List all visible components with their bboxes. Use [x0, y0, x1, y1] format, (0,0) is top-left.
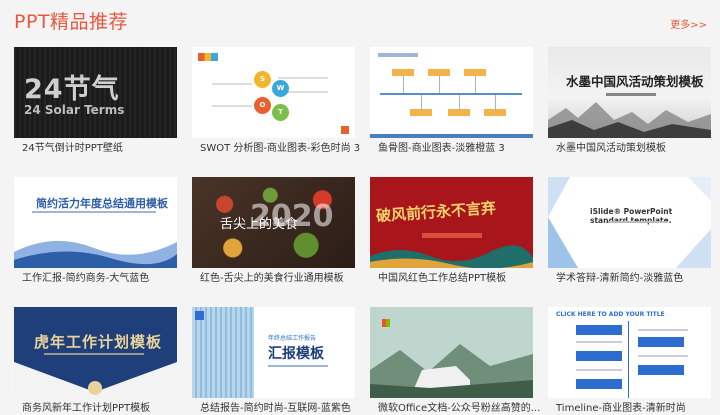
- text-line-decoration: [576, 341, 622, 343]
- wave-image: [14, 240, 177, 268]
- thumbnail-title: 虎年工作计划模板: [34, 333, 163, 351]
- template-caption[interactable]: 商务风新年工作计划PPT模板: [22, 402, 192, 415]
- template-card[interactable]: 简约活力年度总结通用模板 工作汇报-简约商务-大气蓝色: [14, 177, 177, 284]
- text-line-decoration: [212, 83, 252, 85]
- timeline-item: [638, 365, 684, 375]
- template-card[interactable]: 鱼骨图-商业图表-淡雅橙蓝 3: [370, 47, 533, 154]
- text-line-decoration: [638, 355, 688, 357]
- thumbnail-title: 汇报模板: [268, 346, 324, 362]
- text-line-decoration: [212, 105, 252, 107]
- subtitle-decoration: [608, 221, 668, 223]
- fishbone-box: [428, 69, 450, 76]
- template-thumbnail[interactable]: [370, 307, 533, 398]
- template-card[interactable]: 2020 舌尖上的美食 红色-舌尖上的美食行业通用模板: [192, 177, 355, 284]
- header-decoration: [378, 53, 418, 57]
- template-caption[interactable]: 微软Office文档-公众号粉丝高赞的...: [378, 402, 548, 415]
- template-thumbnail[interactable]: 简约活力年度总结通用模板: [14, 177, 177, 268]
- template-thumbnail[interactable]: [370, 47, 533, 138]
- thumbnail-title: 简约活力年度总结通用模板: [36, 197, 168, 210]
- landscape-image: [370, 344, 533, 398]
- text-line-decoration: [576, 369, 622, 371]
- mountain-image: [548, 102, 711, 138]
- template-card[interactable]: S W O T SWOT 分析图-商业图表-彩色时尚 3: [192, 47, 360, 154]
- template-thumbnail[interactable]: 虎年工作计划模板: [14, 307, 177, 398]
- thumbnail-title: 24节气: [24, 74, 120, 105]
- swot-circle-s: S: [254, 71, 271, 88]
- template-caption[interactable]: 红色-舌尖上的美食行业通用模板: [200, 272, 370, 286]
- template-caption[interactable]: SWOT 分析图-商业图表-彩色时尚 3: [200, 142, 370, 156]
- subtitle-decoration: [32, 211, 156, 213]
- template-thumbnail[interactable]: S W O T: [192, 47, 355, 138]
- timeline-item: [638, 337, 684, 347]
- template-thumbnail[interactable]: 年终总结工作报告 汇报模板: [192, 307, 355, 398]
- subtitle-decoration: [606, 93, 656, 96]
- envelope-image: [14, 362, 177, 398]
- color-bar-decoration: [198, 53, 218, 61]
- timeline-item: [576, 325, 622, 335]
- subtitle-decoration: [44, 353, 144, 355]
- footer-decoration: [370, 134, 533, 138]
- template-caption[interactable]: 总结报告-简约时尚-互联网-蓝紫色: [200, 402, 370, 415]
- text-line-decoration: [638, 329, 688, 331]
- fishbone-line: [421, 93, 422, 111]
- hill-image: [370, 245, 533, 268]
- fishbone-line: [459, 93, 460, 111]
- ppt-template-grid: 24节气 24 Solar Terms 24节气倒计时PPT壁纸 S W O T…: [0, 0, 720, 415]
- corner-decoration: [341, 126, 349, 134]
- fishbone-line: [495, 93, 496, 111]
- fishbone-line: [439, 76, 440, 94]
- swot-circle-t: T: [272, 104, 289, 121]
- subtitle-decoration: [422, 233, 482, 238]
- template-caption[interactable]: 工作汇报-简约商务-大气蓝色: [22, 272, 192, 286]
- template-card[interactable]: CLICK HERE TO ADD YOUR TITLE Timeline-商业…: [548, 307, 711, 414]
- template-card[interactable]: 虎年工作计划模板 商务风新年工作计划PPT模板: [14, 307, 177, 414]
- thumbnail-title: 舌尖上的美食: [220, 217, 299, 232]
- timeline-axis: [628, 321, 629, 398]
- thumbnail-title: 破风前行永不言弃: [375, 198, 497, 226]
- template-caption[interactable]: 水墨中国风活动策划模板: [556, 142, 720, 156]
- template-thumbnail[interactable]: iSlide® PowerPoint standard template.: [548, 177, 711, 268]
- template-thumbnail[interactable]: 24节气 24 Solar Terms: [14, 47, 177, 138]
- swot-circle-o: O: [254, 97, 271, 114]
- thumbnail-subtitle: 年终总结工作报告: [268, 335, 317, 342]
- template-caption[interactable]: 学术答辩-清新简约-淡雅蓝色: [556, 272, 720, 286]
- template-caption[interactable]: 24节气倒计时PPT壁纸: [22, 142, 192, 156]
- timeline-item: [576, 379, 622, 389]
- thumbnail-title: CLICK HERE TO ADD YOUR TITLE: [556, 311, 665, 318]
- fishbone-line: [475, 76, 476, 94]
- template-card[interactable]: 破风前行永不言弃 中国风红色工作总结PPT模板: [370, 177, 533, 284]
- template-caption[interactable]: 中国风红色工作总结PPT模板: [378, 272, 548, 286]
- template-card[interactable]: 微软Office文档-公众号粉丝高赞的...: [370, 307, 540, 414]
- template-card[interactable]: 水墨中国风活动策划模板 水墨中国风活动策划模板: [548, 47, 711, 154]
- timeline-item: [576, 351, 622, 361]
- template-caption[interactable]: Timeline-商业图表-清新时尚: [556, 402, 720, 415]
- fishbone-line: [403, 76, 404, 94]
- text-line-decoration: [278, 77, 328, 79]
- template-card[interactable]: 年终总结工作报告 汇报模板 总结报告-简约时尚-互联网-蓝紫色: [192, 307, 355, 414]
- thumbnail-title: 水墨中国风活动策划模板: [566, 74, 704, 89]
- fishbone-spine: [380, 93, 522, 95]
- template-thumbnail[interactable]: 水墨中国风活动策划模板: [548, 47, 711, 138]
- fishbone-box: [464, 69, 486, 76]
- template-caption[interactable]: 鱼骨图-商业图表-淡雅橙蓝 3: [378, 142, 548, 156]
- quote-icon: [195, 311, 204, 320]
- template-card[interactable]: 24节气 24 Solar Terms 24节气倒计时PPT壁纸: [14, 47, 177, 154]
- microsoft-logo-icon: [382, 319, 390, 327]
- template-thumbnail[interactable]: CLICK HERE TO ADD YOUR TITLE: [548, 307, 711, 398]
- fishbone-box: [392, 69, 414, 76]
- template-card[interactable]: iSlide® PowerPoint standard template. 学术…: [548, 177, 711, 284]
- building-image: [192, 307, 254, 398]
- text-line-decoration: [268, 365, 328, 367]
- swot-circle-w: W: [272, 80, 289, 97]
- template-thumbnail[interactable]: 破风前行永不言弃: [370, 177, 533, 268]
- thumbnail-subtitle: 24 Solar Terms: [24, 103, 125, 117]
- template-thumbnail[interactable]: 2020 舌尖上的美食: [192, 177, 355, 268]
